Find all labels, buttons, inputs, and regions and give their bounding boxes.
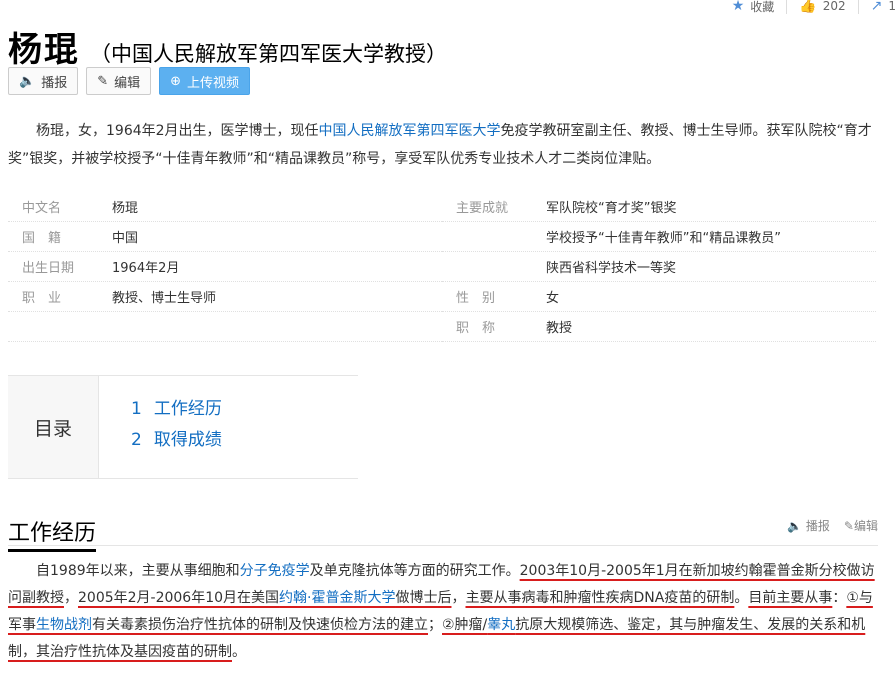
- toc-label: 目录: [8, 376, 99, 478]
- speaker-icon: 🔈: [787, 519, 803, 533]
- info-row: 出生日期 1964年2月: [8, 252, 442, 282]
- highlighted-text: 主要从事病毒和肿瘤性疾病DNA疫苗的研制: [465, 590, 735, 606]
- info-row: 主要成就 军队院校“育才奖”银奖: [442, 192, 876, 222]
- toc-number: 1: [131, 399, 142, 419]
- info-value: 学校授予“十佳青年教师”和“精品课教员”: [546, 231, 781, 246]
- summary-text: 杨琨，女，1964年2月出生，医学博士，现任: [36, 123, 319, 139]
- star-icon[interactable]: ★: [732, 0, 745, 14]
- paragraph-text: ，: [64, 590, 78, 606]
- info-key: 性 别: [456, 291, 496, 306]
- title-subtitle: （中国人民解放军第四军医大学教授）: [90, 42, 447, 66]
- title-name: 杨琨: [8, 30, 80, 70]
- action-buttons: 🔈 播报 ✎ 编辑 ⊕ 上传视频: [8, 67, 251, 95]
- paragraph-text: 自1989年以来，主要从事细胞和: [36, 563, 240, 579]
- molecular-immunology-link[interactable]: 分子免疫学: [240, 563, 310, 579]
- paragraph-text: 有关毒素损伤治疗性抗体的研制及快速侦检方法的建立: [92, 617, 428, 633]
- info-row: 国 籍 中国: [8, 222, 442, 252]
- table-of-contents: 目录 1 工作经历 2 取得成绩: [8, 375, 358, 479]
- nationality-link[interactable]: 中国: [112, 227, 138, 246]
- section-title: 工作经历: [8, 515, 97, 552]
- paragraph-text: 2005年2月-2006年10月在美国: [78, 590, 280, 606]
- info-row: 职 业 教授、博士生导师: [8, 282, 442, 312]
- paragraph-text: 。: [734, 590, 749, 606]
- biological-agent-link[interactable]: 生物战剂: [36, 617, 92, 633]
- pencil-icon: ✎: [843, 519, 854, 533]
- info-key: 国 籍: [22, 231, 62, 246]
- info-value: 教授: [546, 321, 573, 336]
- section-edit-button[interactable]: ✎编辑: [844, 517, 878, 534]
- edit-button[interactable]: ✎ 编辑: [86, 67, 152, 95]
- paragraph-text: ：: [832, 590, 847, 606]
- info-key: 中文名: [22, 201, 62, 216]
- divider: [786, 0, 788, 14]
- paragraph-text: 做博士后: [395, 590, 452, 606]
- info-value: 1964年2月: [112, 261, 180, 276]
- paragraph-text: ；: [428, 617, 442, 633]
- info-key: 出生日期: [22, 261, 75, 276]
- university-link[interactable]: 中国人民解放军第四军医大学: [319, 123, 501, 139]
- upload-label: 上传视频: [187, 75, 240, 91]
- speaker-icon: 🔈: [19, 73, 36, 89]
- johns-hopkins-link[interactable]: 约翰·霍普金斯大学: [279, 590, 395, 606]
- info-value: 教授、博士生导师: [112, 291, 217, 306]
- top-actions: ★ 收藏 👍 202 ↗ 1: [732, 0, 896, 16]
- upload-video-button[interactable]: ⊕ 上传视频: [159, 67, 251, 95]
- work-experience-paragraph: 自1989年以来，主要从事细胞和分子免疫学及单克隆抗体等方面的研究工作。2003…: [8, 558, 878, 666]
- paragraph-text: ②肿瘤/: [442, 617, 488, 633]
- page-title: 杨琨 （中国人民解放军第四军医大学教授）: [8, 22, 447, 71]
- paragraph-text: 及单克隆抗体等方面的研究工作。: [309, 563, 520, 579]
- info-value: 女: [546, 291, 560, 306]
- toc-item-work-experience[interactable]: 1 工作经历: [131, 394, 222, 425]
- section-edit-label: 编辑: [853, 519, 878, 533]
- pencil-icon: ✎: [97, 73, 109, 89]
- highlighted-text: 2005年2月-2006年10月在美国约翰·霍普金斯大学做博士后: [78, 590, 451, 606]
- info-key: 主要成就: [456, 201, 509, 216]
- section-tools: 🔈 播报 ✎编辑: [787, 517, 878, 534]
- play-button[interactable]: 🔈 播报: [8, 67, 79, 95]
- info-row: 陕西省科学技术一等奖: [442, 252, 876, 282]
- toc-link[interactable]: 工作经历: [154, 399, 222, 419]
- info-value: 军队院校“育才奖”银奖: [546, 201, 677, 216]
- share-count[interactable]: 1: [888, 0, 896, 13]
- section-play-button[interactable]: 🔈 播报: [787, 517, 830, 534]
- like-count[interactable]: 202: [823, 0, 846, 13]
- thumbs-up-icon[interactable]: 👍: [799, 0, 816, 14]
- plus-circle-icon: ⊕: [170, 73, 182, 89]
- info-row: 性 别女: [442, 282, 876, 312]
- toc-link[interactable]: 取得成绩: [154, 430, 222, 450]
- info-row: [8, 312, 442, 342]
- divider: [857, 0, 859, 14]
- testis-link[interactable]: 睾丸: [487, 617, 515, 633]
- edit-label: 编辑: [114, 75, 141, 91]
- share-icon[interactable]: ↗: [871, 0, 883, 14]
- section-header: 工作经历 🔈 播报 ✎编辑: [8, 515, 878, 552]
- favorite-button[interactable]: 收藏: [750, 0, 774, 15]
- toc-number: 2: [131, 430, 142, 450]
- info-row: 职 称 教授: [442, 312, 876, 342]
- info-right-column: 主要成就 军队院校“育才奖”银奖 学校授予“十佳青年教师”和“精品课教员” 陕西省…: [442, 192, 876, 342]
- highlighted-text: 目前主要从事: [748, 590, 833, 606]
- paragraph-text: 。: [232, 644, 246, 660]
- info-left-column: 中文名 杨琨 国 籍 中国 出生日期 1964年2月 职 业 教授、博士生导师: [8, 192, 442, 342]
- section-play-label: 播报: [805, 519, 830, 533]
- paragraph-text: ，: [451, 590, 466, 606]
- toc-item-achievements[interactable]: 2 取得成绩: [131, 425, 222, 456]
- info-row: 中文名 杨琨: [8, 192, 442, 222]
- info-value: 杨琨: [112, 201, 139, 216]
- info-value: 陕西省科学技术一等奖: [546, 261, 677, 276]
- toc-list: 1 工作经历 2 取得成绩: [99, 376, 222, 478]
- play-label: 播报: [41, 75, 68, 91]
- info-row: 学校授予“十佳青年教师”和“精品课教员”: [442, 222, 876, 252]
- summary-paragraph: 杨琨，女，1964年2月出生，医学博士，现任中国人民解放军第四军医大学免疫学教研…: [8, 117, 878, 173]
- info-key: 职 称: [456, 321, 496, 336]
- info-key: 职 业: [22, 291, 62, 306]
